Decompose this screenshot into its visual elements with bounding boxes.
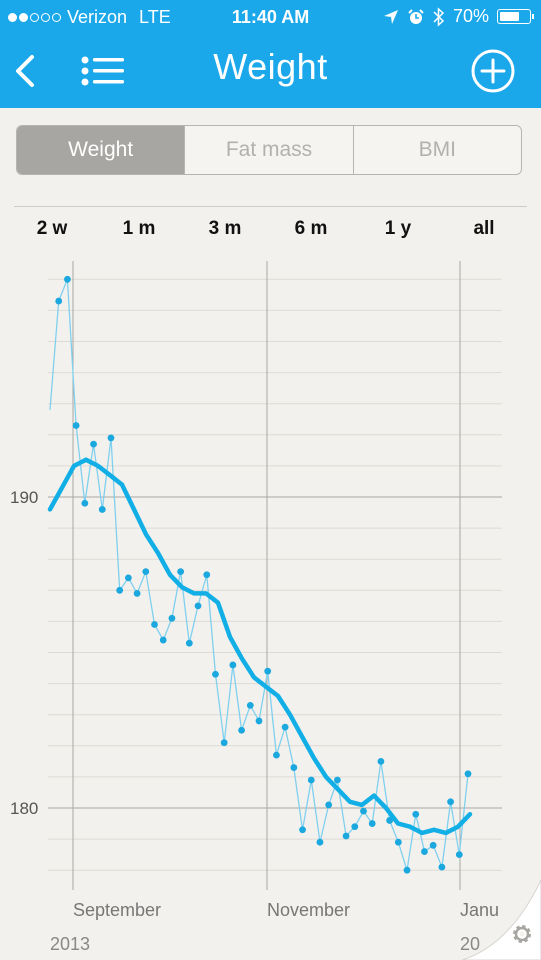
measurement-point bbox=[412, 810, 420, 818]
measurement-point bbox=[421, 848, 428, 855]
measurement-point bbox=[246, 701, 254, 709]
measurement-point bbox=[168, 614, 176, 622]
measurement-point bbox=[290, 764, 298, 771]
measurement-point bbox=[273, 751, 280, 759]
tab-bmi[interactable]: BMI bbox=[354, 126, 521, 174]
y-tick-label: 190 bbox=[10, 488, 38, 507]
measurement-point bbox=[81, 499, 89, 507]
measurement-point bbox=[64, 275, 71, 283]
metric-tabs: Weight Fat mass BMI bbox=[16, 125, 522, 175]
settings-button[interactable] bbox=[509, 921, 535, 952]
tab-weight[interactable]: Weight bbox=[17, 126, 186, 174]
measurement-point bbox=[351, 823, 359, 831]
range-1y[interactable]: 1 y bbox=[385, 218, 411, 240]
battery-percent: 70% bbox=[452, 6, 489, 26]
measurement-point bbox=[116, 586, 124, 594]
measurement-point bbox=[194, 602, 202, 610]
measurement-point bbox=[229, 661, 237, 669]
bluetooth-icon bbox=[433, 6, 445, 27]
measurement-point bbox=[255, 717, 263, 725]
measurement-point bbox=[185, 639, 193, 647]
measurement-point bbox=[55, 297, 63, 305]
measurement-point bbox=[455, 851, 463, 859]
measurement-point bbox=[151, 621, 158, 628]
measurement-point bbox=[360, 807, 367, 815]
measurement-line bbox=[49, 279, 469, 871]
location-icon bbox=[383, 9, 398, 24]
measurement-point bbox=[220, 739, 228, 747]
measurement-point bbox=[238, 726, 245, 734]
measurement-point bbox=[98, 506, 106, 513]
add-button[interactable] bbox=[469, 46, 517, 96]
measurement-point bbox=[159, 636, 167, 644]
measurement-point bbox=[403, 866, 411, 874]
measurement-point bbox=[177, 568, 185, 576]
measurement-point bbox=[212, 670, 219, 678]
page-title: Weight bbox=[213, 46, 328, 87]
measurement-point bbox=[438, 863, 446, 871]
measurement-point bbox=[124, 574, 132, 582]
range-2w[interactable]: 2 w bbox=[37, 218, 68, 240]
weight-chart[interactable]: 180 190 September November Janu 2013 20 bbox=[0, 250, 541, 960]
x-tick-label: Janu bbox=[460, 900, 499, 920]
measurement-point bbox=[368, 820, 376, 827]
year-label: 2013 bbox=[50, 934, 90, 954]
measurement-point bbox=[133, 590, 141, 597]
range-all[interactable]: all bbox=[473, 218, 494, 240]
range-3m[interactable]: 3 m bbox=[209, 218, 242, 240]
measurement-point bbox=[429, 841, 437, 849]
divider bbox=[14, 206, 527, 207]
measurement-point bbox=[203, 571, 211, 579]
measurement-point bbox=[447, 798, 454, 806]
range-selector: 2 w 1 m 3 m 6 m 1 y all bbox=[0, 218, 541, 248]
year-label: 20 bbox=[460, 934, 480, 954]
measurement-point bbox=[342, 832, 350, 840]
plus-circle-icon bbox=[471, 49, 515, 93]
measurement-point bbox=[90, 440, 97, 448]
range-6m[interactable]: 6 m bbox=[295, 218, 328, 240]
measurement-point bbox=[377, 757, 385, 765]
measurement-point bbox=[333, 776, 341, 784]
x-tick-label: September bbox=[73, 900, 161, 920]
measurement-point bbox=[316, 838, 324, 846]
status-bar: Verizon LTE 11:40 AM 70% bbox=[0, 0, 541, 34]
x-tick-label: November bbox=[267, 900, 350, 920]
measurement-point bbox=[307, 776, 315, 784]
measurement-point bbox=[142, 568, 150, 576]
battery-icon bbox=[497, 9, 534, 24]
measurement-point bbox=[464, 770, 472, 778]
measurement-point bbox=[264, 667, 272, 675]
top-bar: Verizon LTE 11:40 AM 70% Weight bbox=[0, 0, 541, 108]
measurement-point bbox=[325, 801, 333, 809]
alarm-icon bbox=[408, 8, 424, 24]
measurement-point bbox=[394, 838, 402, 846]
measurement-point bbox=[72, 422, 80, 429]
measurement-point bbox=[107, 434, 115, 442]
measurement-point bbox=[281, 723, 289, 731]
range-1m[interactable]: 1 m bbox=[123, 218, 156, 240]
y-tick-label: 180 bbox=[10, 799, 38, 818]
gear-icon bbox=[513, 925, 531, 943]
tab-fat-mass[interactable]: Fat mass bbox=[185, 126, 354, 174]
measurement-point bbox=[299, 826, 306, 834]
